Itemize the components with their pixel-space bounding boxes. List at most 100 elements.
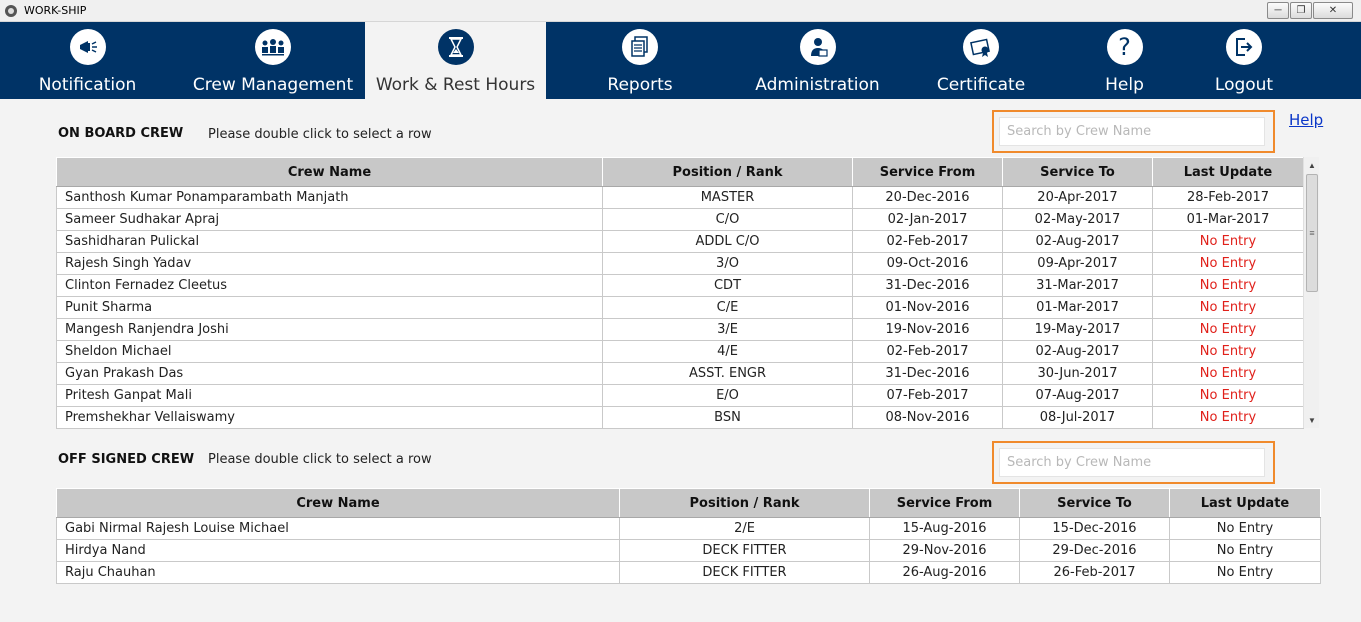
table-row[interactable]: Sashidharan Pulickal ADDL C/O 02-Feb-2017 0… — [56, 230, 1304, 253]
cell-service-from: 15-Aug-2016 — [869, 517, 1020, 540]
column-header-position[interactable]: Position / Rank — [602, 157, 853, 187]
question-icon: ? — [1106, 29, 1143, 65]
help-link[interactable]: Help — [1289, 111, 1323, 129]
onboard-table-scrollbar[interactable]: ▲ ≡ ▼ — [1303, 157, 1319, 428]
cell-service-from: 29-Nov-2016 — [869, 539, 1020, 562]
table-header-row: Crew Name Position / Rank Service From S… — [56, 157, 1304, 187]
table-row[interactable]: Hirdya Nand DECK FITTER 29-Nov-2016 29-Dec-… — [56, 539, 1321, 562]
megaphone-icon — [69, 29, 106, 65]
minimize-button[interactable]: ─ — [1267, 2, 1289, 19]
table-row[interactable]: Sameer Sudhakar Apraj C/O 02-Jan-2017 02-Ma… — [56, 208, 1304, 231]
nav-notification[interactable]: Notification — [30, 22, 145, 99]
nav-label: Help — [1105, 75, 1144, 95]
nav-certificate[interactable]: Certificate — [930, 22, 1032, 99]
cell-service-from: 01-Nov-2016 — [852, 296, 1003, 319]
column-header-crew-name[interactable]: Crew Name — [56, 488, 620, 518]
table-row[interactable]: Sheldon Michael 4/E 02-Feb-2017 02-Aug-2017… — [56, 340, 1304, 363]
cell-last-update: No Entry — [1152, 252, 1304, 275]
nav-label: Certificate — [936, 75, 1026, 95]
offsigned-search-box — [992, 441, 1275, 484]
scroll-down-arrow-icon[interactable]: ▼ — [1304, 412, 1320, 428]
table-row[interactable]: Pritesh Ganpat Mali E/O 07-Feb-2017 07-Aug-… — [56, 384, 1304, 407]
scroll-up-arrow-icon[interactable]: ▲ — [1304, 157, 1320, 173]
cell-service-to: 31-Mar-2017 — [1002, 274, 1153, 297]
table-row[interactable]: Mangesh Ranjendra Joshi 3/E 19-Nov-2016 19-… — [56, 318, 1304, 341]
nav-reports[interactable]: Reports — [595, 22, 685, 99]
table-row[interactable]: Rajesh Singh Yadav 3/O 09-Oct-2016 09-Apr-2… — [56, 252, 1304, 275]
offsigned-hint: Please double click to select a row — [208, 452, 432, 467]
cell-crew-name: Gyan Prakash Das — [56, 362, 603, 385]
cell-service-from: 09-Oct-2016 — [852, 252, 1003, 275]
cell-service-from: 02-Feb-2017 — [852, 230, 1003, 253]
window-titlebar: WORK-SHIP ─ ❐ ✕ — [0, 0, 1361, 22]
cell-position: 3/E — [602, 318, 853, 341]
cell-crew-name: Clinton Fernadez Cleetus — [56, 274, 603, 297]
nav-administration[interactable]: Administration — [750, 22, 885, 99]
column-header-last-update[interactable]: Last Update — [1169, 488, 1321, 518]
cell-service-to: 19-May-2017 — [1002, 318, 1153, 341]
cell-service-from: 02-Feb-2017 — [852, 340, 1003, 363]
onboard-crew-table: Crew Name Position / Rank Service From S… — [56, 157, 1304, 429]
cell-crew-name: Premshekhar Vellaiswamy — [56, 406, 603, 429]
cell-position: E/O — [602, 384, 853, 407]
table-row[interactable]: Raju Chauhan DECK FITTER 26-Aug-2016 26-Feb… — [56, 561, 1321, 584]
offsigned-search-input[interactable] — [999, 448, 1265, 477]
cell-last-update: No Entry — [1152, 406, 1304, 429]
cell-last-update: 01-Mar-2017 — [1152, 208, 1304, 231]
window-title: WORK-SHIP — [24, 4, 87, 17]
nav-work-rest-hours[interactable]: Work & Rest Hours — [365, 22, 546, 99]
cell-service-from: 02-Jan-2017 — [852, 208, 1003, 231]
reports-icon — [622, 29, 658, 65]
column-header-last-update[interactable]: Last Update — [1152, 157, 1304, 187]
cell-crew-name: Punit Sharma — [56, 296, 603, 319]
column-header-crew-name[interactable]: Crew Name — [56, 157, 603, 187]
nav-help[interactable]: ? Help — [1097, 22, 1152, 99]
cell-crew-name: Sheldon Michael — [56, 340, 603, 363]
nav-label: Crew Management — [192, 75, 354, 95]
table-row[interactable]: Santhosh Kumar Ponamparambath Manjath MAS… — [56, 186, 1304, 209]
cell-service-from: 07-Feb-2017 — [852, 384, 1003, 407]
column-header-service-to[interactable]: Service To — [1002, 157, 1153, 187]
column-header-service-from[interactable]: Service From — [869, 488, 1020, 518]
nav-logout[interactable]: Logout — [1208, 22, 1280, 99]
nav-label: Logout — [1214, 75, 1274, 95]
cell-crew-name: Rajesh Singh Yadav — [56, 252, 603, 275]
cell-service-from: 31-Dec-2016 — [852, 362, 1003, 385]
nav-label: Reports — [607, 75, 673, 95]
cell-crew-name: Raju Chauhan — [56, 561, 620, 584]
table-row[interactable]: Premshekhar Vellaiswamy BSN 08-Nov-2016 08-… — [56, 406, 1304, 429]
close-button[interactable]: ✕ — [1313, 2, 1353, 19]
cell-service-to: 30-Jun-2017 — [1002, 362, 1153, 385]
certificate-icon — [963, 29, 999, 65]
column-header-position[interactable]: Position / Rank — [619, 488, 870, 518]
cell-crew-name: Sameer Sudhakar Apraj — [56, 208, 603, 231]
cell-last-update: No Entry — [1152, 384, 1304, 407]
cell-last-update: No Entry — [1169, 517, 1321, 540]
cell-position: DECK FITTER — [619, 561, 870, 584]
cell-position: BSN — [602, 406, 853, 429]
minimize-icon: ─ — [1274, 5, 1282, 16]
scrollbar-thumb[interactable]: ≡ — [1306, 174, 1318, 292]
table-row[interactable]: Punit Sharma C/E 01-Nov-2016 01-Mar-2017 No … — [56, 296, 1304, 319]
cell-last-update: No Entry — [1152, 296, 1304, 319]
column-header-service-to[interactable]: Service To — [1019, 488, 1170, 518]
cell-position: DECK FITTER — [619, 539, 870, 562]
cell-service-to: 02-May-2017 — [1002, 208, 1153, 231]
table-row[interactable]: Gabi Nirmal Rajesh Louise Michael 2/E 15-A… — [56, 517, 1321, 540]
table-row[interactable]: Clinton Fernadez Cleetus CDT 31-Dec-2016 31… — [56, 274, 1304, 297]
cell-service-to: 02-Aug-2017 — [1002, 230, 1153, 253]
restore-button[interactable]: ❐ — [1290, 2, 1312, 19]
cell-service-from: 26-Aug-2016 — [869, 561, 1020, 584]
onboard-search-box — [992, 110, 1275, 153]
cell-crew-name: Pritesh Ganpat Mali — [56, 384, 603, 407]
nav-crew-management[interactable]: Crew Management — [188, 22, 358, 99]
nav-label: Work & Rest Hours — [375, 75, 536, 95]
table-row[interactable]: Gyan Prakash Das ASST. ENGR 31-Dec-2016 30-… — [56, 362, 1304, 385]
onboard-search-input[interactable] — [999, 117, 1265, 146]
cell-service-from: 31-Dec-2016 — [852, 274, 1003, 297]
cell-position: 3/O — [602, 252, 853, 275]
cell-last-update: No Entry — [1152, 230, 1304, 253]
column-header-service-from[interactable]: Service From — [852, 157, 1003, 187]
cell-service-to: 15-Dec-2016 — [1019, 517, 1170, 540]
table-header-row: Crew Name Position / Rank Service From S… — [56, 488, 1321, 518]
